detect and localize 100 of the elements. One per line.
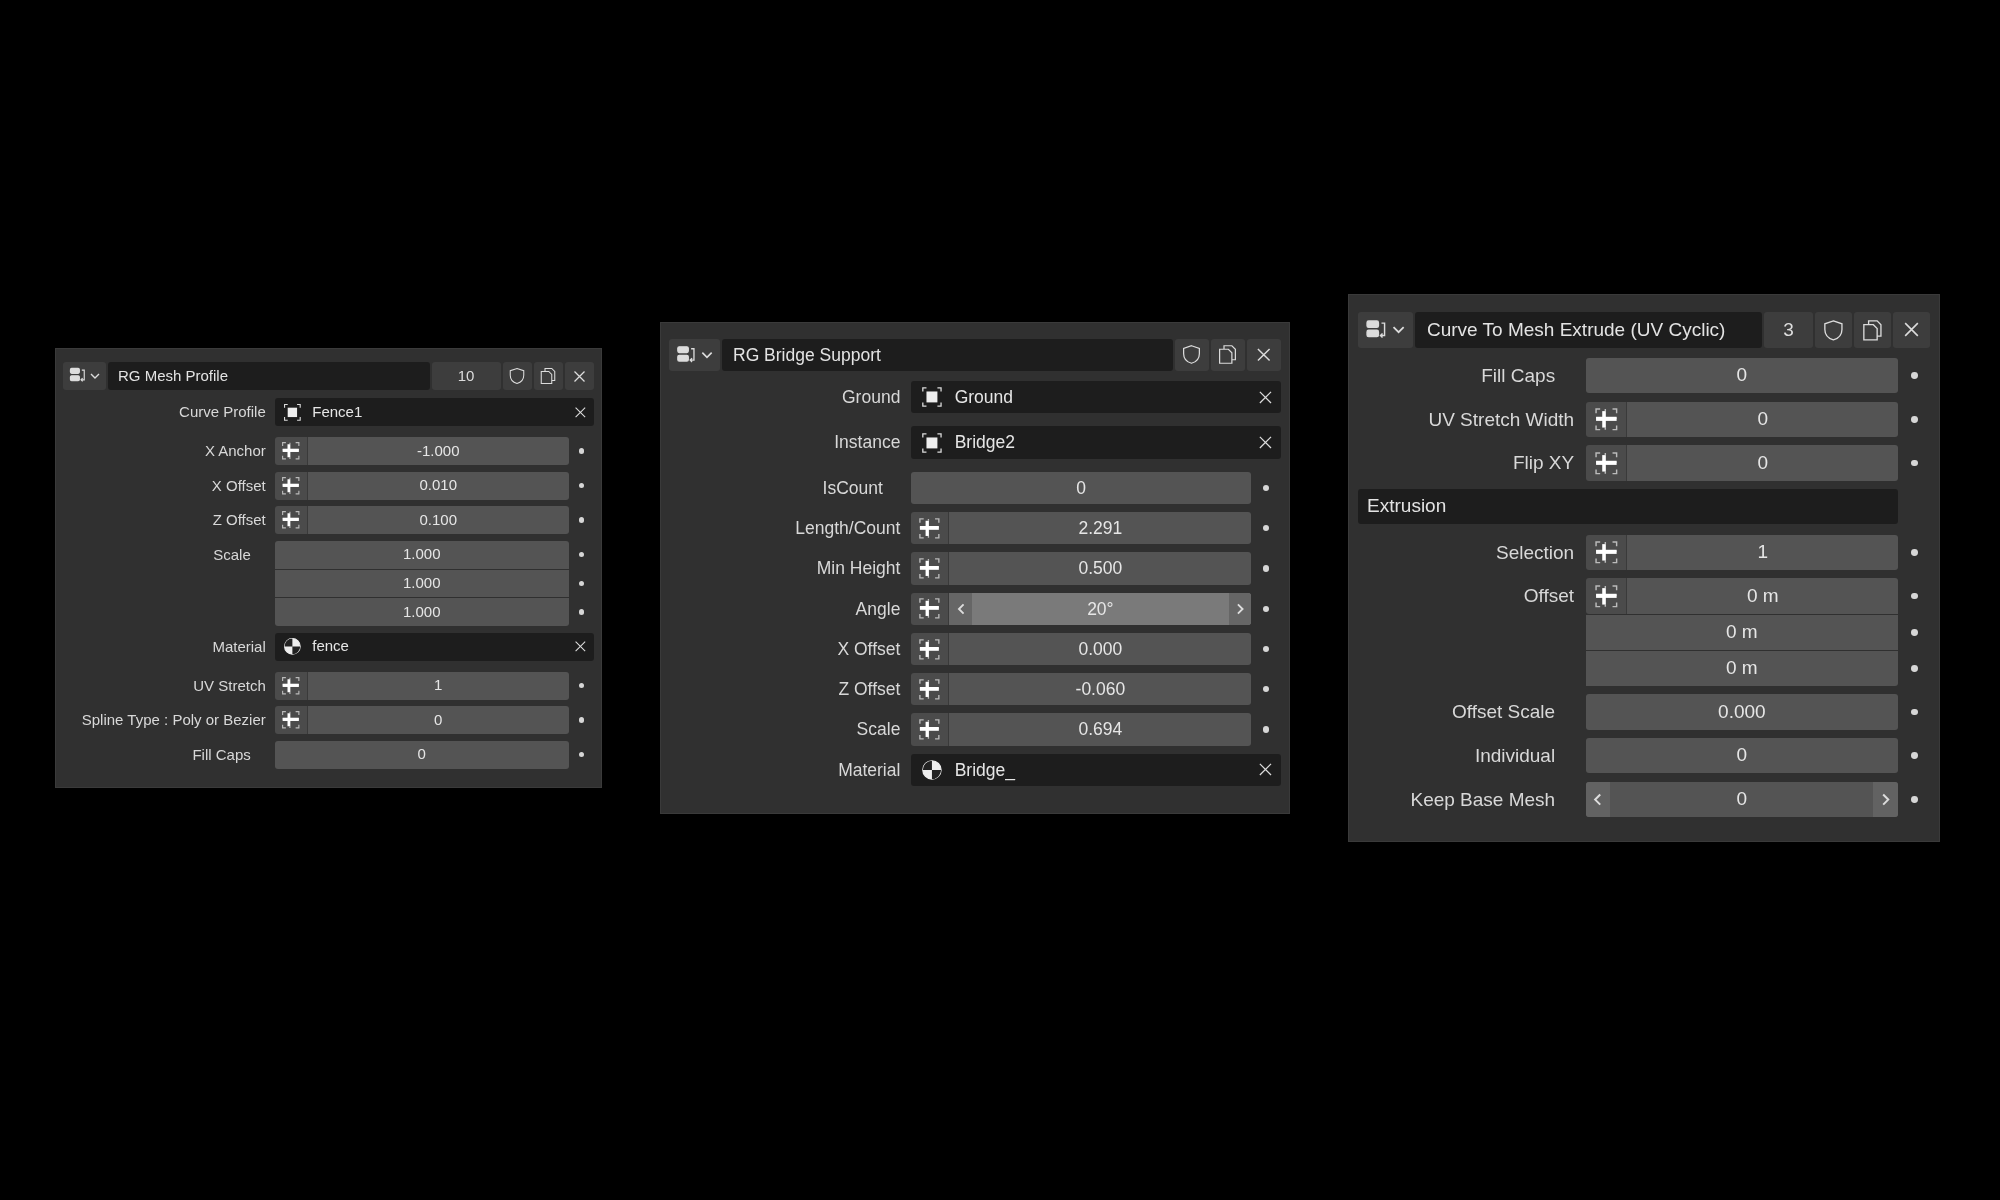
keyframe-dot[interactable] bbox=[1910, 592, 1918, 600]
duplicate-button[interactable] bbox=[1210, 338, 1245, 372]
data-block-field[interactable]: Fence1 bbox=[274, 398, 595, 426]
number-field[interactable]: 1 bbox=[307, 671, 569, 700]
keyframe-dot[interactable] bbox=[578, 751, 585, 758]
keyframe-dot[interactable] bbox=[1910, 372, 1918, 379]
number-field[interactable]: 0.100 bbox=[307, 506, 569, 534]
number-field[interactable]: 1 bbox=[1627, 534, 1899, 570]
number-field[interactable]: 2.291 bbox=[949, 512, 1252, 545]
number-field[interactable]: 0 bbox=[1627, 445, 1899, 481]
keyframe-dot[interactable] bbox=[1910, 708, 1918, 716]
duplicate-button[interactable] bbox=[1854, 312, 1892, 348]
data-block-field[interactable]: Ground bbox=[910, 380, 1282, 414]
number-field[interactable]: 0 bbox=[1585, 738, 1899, 774]
attribute-toggle[interactable] bbox=[1585, 445, 1628, 481]
attribute-toggle[interactable] bbox=[274, 471, 308, 500]
keyframe-dot[interactable] bbox=[1263, 484, 1270, 492]
field-label: Selection bbox=[1495, 540, 1576, 565]
data-block-field[interactable]: Bridge2 bbox=[910, 426, 1282, 459]
close-button[interactable] bbox=[565, 362, 595, 390]
attribute-toggle[interactable] bbox=[910, 673, 950, 706]
number-field[interactable]: -1.000 bbox=[307, 437, 569, 465]
node-group-name-field[interactable]: RG Bridge Support bbox=[721, 338, 1173, 372]
keyframe-dot[interactable] bbox=[578, 551, 585, 558]
keyframe-dot[interactable] bbox=[578, 448, 585, 454]
fake-user-button[interactable] bbox=[1815, 312, 1853, 348]
keyframe-dot[interactable] bbox=[1263, 605, 1270, 612]
shield-icon bbox=[1822, 318, 1846, 342]
keyframe-dot[interactable] bbox=[578, 717, 585, 723]
number-field[interactable]: 0.000 bbox=[949, 632, 1252, 666]
attribute-toggle[interactable] bbox=[910, 512, 950, 545]
attribute-toggle[interactable] bbox=[910, 632, 950, 666]
number-field[interactable]: 0 bbox=[307, 706, 569, 734]
clear-button[interactable] bbox=[574, 640, 587, 653]
user-count[interactable]: 10 bbox=[431, 362, 501, 390]
attribute-toggle[interactable] bbox=[1585, 534, 1628, 570]
node-group-button[interactable] bbox=[1357, 312, 1413, 348]
close-button[interactable] bbox=[1893, 312, 1931, 348]
number-field[interactable]: 0 bbox=[274, 740, 569, 769]
clear-button[interactable] bbox=[1257, 762, 1273, 778]
clear-button[interactable] bbox=[574, 405, 587, 419]
fake-user-button[interactable] bbox=[1174, 338, 1209, 372]
data-block-field[interactable]: Bridge_ bbox=[910, 753, 1282, 786]
number-field[interactable]: 1.000 bbox=[274, 569, 569, 598]
number-field[interactable]: 0.000 bbox=[1585, 694, 1899, 730]
keyframe-dot[interactable] bbox=[1263, 525, 1270, 532]
keyframe-dot[interactable] bbox=[1910, 415, 1918, 423]
keyframe-dot[interactable] bbox=[1910, 628, 1918, 636]
slider-field[interactable]: 20° bbox=[949, 592, 1252, 625]
clear-button[interactable] bbox=[1257, 435, 1273, 450]
keyframe-dot[interactable] bbox=[1910, 548, 1918, 556]
attribute-toggle[interactable] bbox=[274, 506, 308, 534]
number-field[interactable]: 0 m bbox=[1585, 650, 1899, 686]
keyframe-dot[interactable] bbox=[578, 517, 585, 523]
attribute-toggle[interactable] bbox=[274, 437, 308, 465]
keyframe-dot[interactable] bbox=[1263, 645, 1270, 653]
keyframe-dot[interactable] bbox=[1263, 726, 1270, 733]
number-field[interactable]: 0.010 bbox=[307, 471, 569, 500]
number-field[interactable]: 0.500 bbox=[949, 552, 1252, 585]
number-field[interactable]: 0 bbox=[1627, 401, 1899, 437]
attribute-toggle[interactable] bbox=[1585, 401, 1628, 437]
keyframe-dot[interactable] bbox=[578, 609, 585, 615]
number-field[interactable]: 0.694 bbox=[949, 713, 1252, 746]
close-icon bbox=[574, 405, 587, 419]
data-block-field[interactable]: fence bbox=[274, 632, 595, 661]
attribute-toggle[interactable] bbox=[910, 592, 950, 625]
close-button[interactable] bbox=[1247, 338, 1282, 372]
clear-button[interactable] bbox=[1257, 389, 1273, 405]
keyframe-dot[interactable] bbox=[1263, 565, 1270, 572]
node-group-button[interactable] bbox=[62, 362, 107, 390]
fake-user-button[interactable] bbox=[502, 362, 532, 390]
number-field[interactable]: 1.000 bbox=[274, 598, 569, 626]
attribute-toggle[interactable] bbox=[910, 713, 950, 746]
attribute-toggle[interactable] bbox=[910, 552, 950, 585]
keyframe-dot[interactable] bbox=[1910, 752, 1918, 760]
number-field[interactable]: 0 m bbox=[1627, 578, 1899, 614]
attribute-toggle[interactable] bbox=[274, 706, 308, 734]
keyframe-dot[interactable] bbox=[578, 682, 585, 689]
keyframe-dot[interactable] bbox=[578, 482, 585, 489]
field-label: X Offset bbox=[836, 637, 902, 661]
duplicate-button[interactable] bbox=[533, 362, 563, 390]
node-group-name-field[interactable]: RG Mesh Profile bbox=[108, 362, 430, 390]
attribute-toggle[interactable] bbox=[274, 671, 308, 700]
keyframe-dot[interactable] bbox=[1910, 795, 1918, 803]
field-label: Scale bbox=[855, 718, 902, 742]
keyframe-dot[interactable] bbox=[1263, 686, 1270, 693]
number-field[interactable]: 0 m bbox=[1585, 614, 1899, 650]
user-count[interactable]: 3 bbox=[1763, 312, 1814, 348]
keyframe-dot[interactable] bbox=[1910, 459, 1918, 467]
keyframe-dot[interactable] bbox=[1910, 664, 1918, 672]
number-field[interactable]: -0.060 bbox=[949, 673, 1252, 706]
number-field[interactable]: 0 bbox=[910, 471, 1252, 505]
attribute-toggle[interactable] bbox=[1585, 578, 1628, 614]
slider-field[interactable]: 0 bbox=[1585, 781, 1899, 817]
node-group-name-field[interactable]: Curve To Mesh Extrude (UV Cyclic) bbox=[1414, 312, 1762, 348]
number-field[interactable]: 0 bbox=[1585, 358, 1899, 394]
section-header[interactable]: Extrusion bbox=[1357, 489, 1899, 525]
keyframe-dot[interactable] bbox=[578, 580, 585, 587]
number-field[interactable]: 1.000 bbox=[274, 540, 569, 569]
node-group-button[interactable] bbox=[668, 338, 720, 372]
